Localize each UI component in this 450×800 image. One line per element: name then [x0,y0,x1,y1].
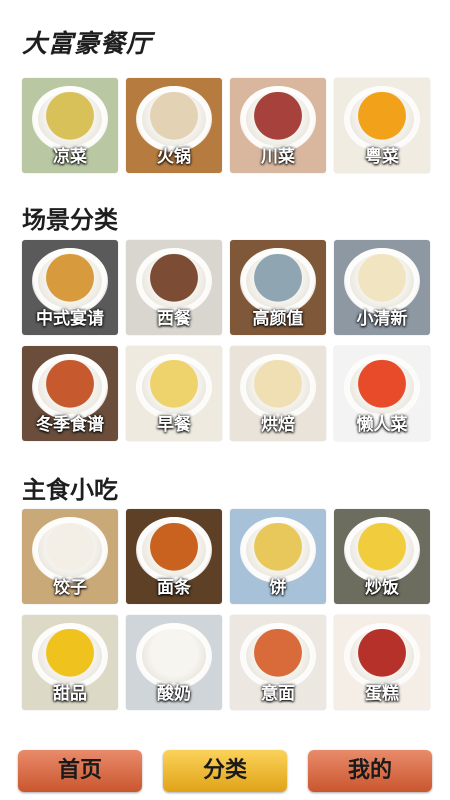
category-label: 酸奶 [157,684,191,704]
category-label: 面条 [157,578,191,598]
app-title: 大富豪餐厅 [22,29,153,58]
category-tile[interactable]: 西餐 [126,240,222,335]
category-tile[interactable]: 粤菜 [334,78,430,173]
category-label: 中式宴请 [36,309,104,329]
category-label: 懒人菜 [356,415,408,435]
category-tile[interactable]: 川菜 [230,78,326,173]
category-label: 甜品 [53,684,87,704]
category-tile[interactable]: 意面 [230,615,326,710]
category-label: 烘焙 [261,415,295,435]
category-tile[interactable]: 冬季食谱 [22,346,118,441]
category-label: 饼 [269,578,287,598]
category-tile[interactable]: 炒饭 [334,509,430,604]
category-tile[interactable]: 火锅 [126,78,222,173]
category-label: 蛋糕 [365,684,399,704]
category-tile[interactable]: 高颜值 [230,240,326,335]
category-label: 炒饭 [365,578,399,598]
nav-home-button[interactable]: 首页 [18,750,142,792]
category-label: 高颜值 [252,309,304,329]
category-label: 凉菜 [53,147,87,167]
category-label: 意面 [261,684,295,704]
category-tile[interactable]: 中式宴请 [22,240,118,335]
category-label: 冬季食谱 [36,415,104,435]
category-label: 早餐 [157,415,191,435]
category-tile[interactable]: 懒人菜 [334,346,430,441]
category-label: 火锅 [157,147,191,167]
nav-category-button[interactable]: 分类 [163,750,287,792]
section-title-staple: 主食小吃 [22,476,118,504]
category-label: 西餐 [157,309,191,329]
nav-mine-button[interactable]: 我的 [308,750,432,792]
category-label: 川菜 [261,147,295,167]
category-tile[interactable]: 面条 [126,509,222,604]
category-tile[interactable]: 饼 [230,509,326,604]
section-title-scene: 场景分类 [22,206,118,234]
category-tile[interactable]: 小清新 [334,240,430,335]
category-tile[interactable]: 烘焙 [230,346,326,441]
category-tile[interactable]: 蛋糕 [334,615,430,710]
category-label: 粤菜 [365,147,399,167]
category-tile[interactable]: 酸奶 [126,615,222,710]
category-tile[interactable]: 甜品 [22,615,118,710]
category-label: 饺子 [53,578,87,598]
category-tile[interactable]: 早餐 [126,346,222,441]
category-label: 小清新 [356,309,408,329]
category-tile[interactable]: 凉菜 [22,78,118,173]
category-tile[interactable]: 饺子 [22,509,118,604]
